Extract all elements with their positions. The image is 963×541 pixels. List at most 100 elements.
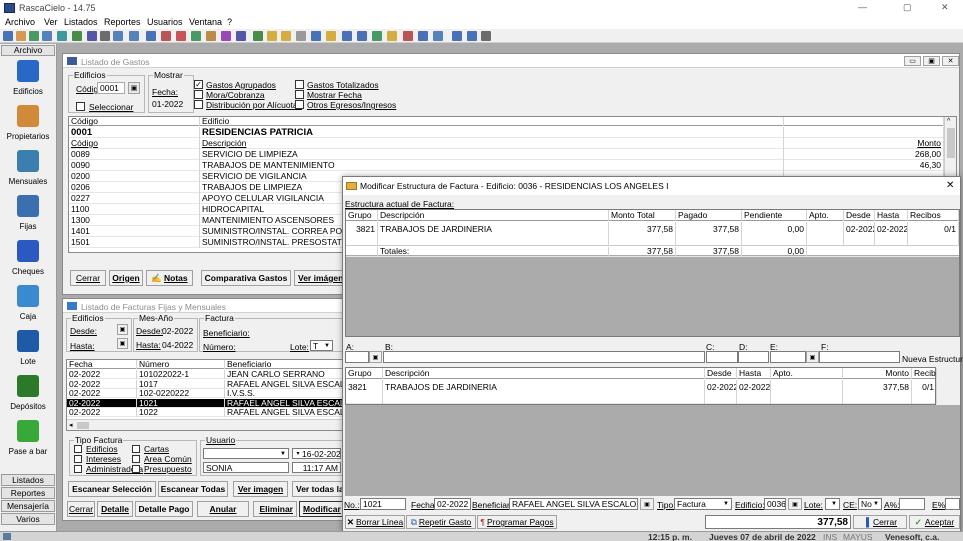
option-checkbox[interactable] bbox=[295, 100, 304, 109]
field-b-input[interactable] bbox=[383, 351, 705, 363]
col2-monto[interactable]: Monto bbox=[843, 368, 912, 379]
minimize-button[interactable]: — bbox=[858, 3, 867, 12]
sidebar-item-pase-a-bar[interactable]: Pase a bar bbox=[0, 418, 56, 462]
sidebar-item-cheques[interactable]: Cheques bbox=[0, 238, 56, 282]
toolbar-button-19-icon[interactable] bbox=[267, 31, 277, 41]
edificio-input[interactable]: 0036 bbox=[764, 498, 786, 510]
sidebar-tab-varios[interactable]: Varios bbox=[1, 513, 55, 525]
pct-a-input[interactable] bbox=[899, 498, 925, 510]
toolbar-button-33-icon[interactable] bbox=[481, 31, 491, 41]
menu-archivo[interactable]: Archivo bbox=[5, 18, 35, 27]
ver-imagen-button[interactable]: Ver imágen bbox=[294, 270, 346, 286]
pct-e-input[interactable] bbox=[945, 498, 960, 510]
field-e-lookup-button[interactable]: ▣ bbox=[806, 351, 819, 363]
tipo-select[interactable]: Factura ▼ bbox=[674, 498, 732, 510]
field-a-input[interactable] bbox=[345, 351, 369, 363]
detalle-pago-button[interactable]: Detalle Pago bbox=[135, 501, 193, 517]
facturas-hscroll[interactable]: ◂ bbox=[67, 419, 350, 430]
sidebar-item-lote[interactable]: Lote bbox=[0, 328, 56, 372]
col-beneficiario[interactable]: Beneficiario bbox=[225, 360, 350, 369]
toolbar-button-26-icon[interactable] bbox=[372, 31, 382, 41]
toolbar-button-20-icon[interactable] bbox=[281, 31, 291, 41]
field-f-input[interactable] bbox=[819, 351, 900, 363]
toolbar-button-1-icon[interactable] bbox=[3, 31, 13, 41]
sidebar-tab-reportes[interactable]: Reportes bbox=[1, 487, 55, 499]
usuario-select[interactable]: ▼ bbox=[203, 448, 289, 459]
toolbar-button-21-icon[interactable] bbox=[296, 31, 306, 41]
sidebar-item-propietarios[interactable]: Propietarios bbox=[0, 103, 56, 147]
toolbar-button-25-icon[interactable] bbox=[357, 31, 367, 41]
sidebar-tab-archivo[interactable]: Archivo bbox=[1, 45, 55, 56]
toolbar-button-23-icon[interactable] bbox=[326, 31, 336, 41]
toolbar-button-22-icon[interactable] bbox=[311, 31, 321, 41]
toolbar-button-16-icon[interactable] bbox=[221, 31, 231, 41]
desde-lookup-button[interactable]: ▣ bbox=[117, 324, 128, 335]
field-d-input[interactable] bbox=[738, 351, 769, 363]
table-row[interactable]: 3821 TRABAJOS DE JARDINERIA 377,58 377,58 0,… bbox=[346, 222, 959, 246]
toolbar-button-2-icon[interactable] bbox=[16, 31, 26, 41]
toolbar-button-17-icon[interactable] bbox=[236, 31, 246, 41]
facturas-cerrar-button[interactable]: Cerrar bbox=[67, 501, 95, 517]
repetir-gasto-button[interactable]: ⧉ Repetir Gasto bbox=[406, 515, 476, 529]
date-picker[interactable]: ▾16-02-2022 bbox=[292, 448, 341, 459]
usuario-input[interactable]: SONIA bbox=[203, 462, 289, 473]
ver-imagen-facturas-button[interactable]: Ver imagen bbox=[233, 481, 288, 497]
sidebar-tab-mensajeria[interactable]: Mensajería bbox=[1, 500, 55, 512]
benef-lookup-button[interactable]: ▣ bbox=[640, 498, 654, 510]
ce-select[interactable]: No ▼ bbox=[858, 498, 882, 510]
no-input[interactable]: 1021 bbox=[360, 498, 406, 510]
toolbar-button-31-icon[interactable] bbox=[452, 31, 462, 41]
field-e-input[interactable] bbox=[770, 351, 806, 363]
option-checkbox[interactable] bbox=[295, 90, 304, 99]
option-checkbox[interactable]: ✓ bbox=[194, 80, 203, 89]
sidebar-item-caja[interactable]: Caja bbox=[0, 283, 56, 327]
lote-modal-select[interactable]: ▼ bbox=[825, 498, 840, 510]
col2-recibos[interactable]: Recibos bbox=[912, 368, 937, 379]
programar-pagos-button[interactable]: ¶ Programar Pagos bbox=[477, 515, 557, 529]
col-hasta[interactable]: Hasta bbox=[875, 210, 908, 221]
aceptar-button[interactable]: ✓ Aceptar bbox=[909, 515, 960, 529]
sidebar-tab-listados[interactable]: Listados bbox=[1, 474, 55, 486]
fecha-input[interactable]: 02-2022 bbox=[434, 498, 471, 510]
gastos-restore-button[interactable]: ▣ bbox=[923, 56, 940, 66]
menu-ver[interactable]: Ver bbox=[44, 18, 58, 27]
gastos-minimize-button[interactable]: ▭ bbox=[904, 56, 921, 66]
toolbar-button-9-icon[interactable] bbox=[113, 31, 123, 41]
col-pendiente[interactable]: Pendiente bbox=[742, 210, 807, 221]
toolbar-button-24-icon[interactable] bbox=[342, 31, 352, 41]
tipo-checkbox[interactable] bbox=[74, 455, 82, 463]
col2-descripcin[interactable]: Descripción bbox=[383, 368, 705, 379]
comparativa-button[interactable]: Comparativa Gastos bbox=[201, 270, 291, 286]
toolbar-button-8-icon[interactable] bbox=[100, 31, 110, 41]
notas-button[interactable]: ✍ Notas bbox=[146, 270, 193, 286]
menu-ventana[interactable]: Ventana bbox=[189, 18, 222, 27]
scroll-left-icon[interactable]: ◂ bbox=[69, 421, 73, 429]
col-grupo[interactable]: Grupo bbox=[346, 210, 378, 221]
col-desde[interactable]: Desde bbox=[844, 210, 875, 221]
mdesde-value[interactable]: 02-2022 bbox=[162, 327, 193, 336]
detalle-button[interactable]: Detalle bbox=[97, 501, 133, 517]
field-a-lookup-button[interactable]: ▣ bbox=[369, 351, 382, 363]
table-row[interactable]: 0089 SERVICIO DE LIMPIEZA 268,00 bbox=[69, 149, 956, 160]
menu-listados[interactable]: Listados bbox=[64, 18, 98, 27]
table-row[interactable]: 3821 TRABAJOS DE JARDINERIA 02-2022 02-2022… bbox=[346, 380, 937, 404]
col2-desde[interactable]: Desde bbox=[705, 368, 737, 379]
toolbar-button-27-icon[interactable] bbox=[387, 31, 397, 41]
lote-select[interactable]: T ▼ bbox=[310, 340, 333, 351]
toolbar-button-13-icon[interactable] bbox=[176, 31, 186, 41]
restore-button[interactable]: ▢ bbox=[903, 3, 912, 12]
table-row[interactable]: Código Descripción Monto bbox=[69, 138, 956, 149]
menu-reportes[interactable]: Reportes bbox=[104, 18, 141, 27]
tipo-checkbox[interactable] bbox=[74, 445, 82, 453]
origen-button[interactable]: Origen bbox=[109, 270, 143, 286]
toolbar-button-3-icon[interactable] bbox=[29, 31, 39, 41]
seleccionar-checkbox[interactable] bbox=[76, 102, 85, 111]
gastos-close-button[interactable]: ✕ bbox=[942, 56, 959, 66]
toolbar-button-4-icon[interactable] bbox=[42, 31, 52, 41]
sidebar-item-dep-sitos[interactable]: Depósitos bbox=[0, 373, 56, 417]
col-codigo[interactable]: Código bbox=[69, 117, 200, 126]
benef-input[interactable]: RAFAEL ANGEL SILVA ESCALONA bbox=[509, 498, 638, 510]
escanear-todas-button[interactable]: Escanear Todas bbox=[158, 481, 228, 497]
edificio-lookup-button[interactable]: ▣ bbox=[788, 498, 802, 510]
tipo-checkbox[interactable] bbox=[132, 445, 140, 453]
